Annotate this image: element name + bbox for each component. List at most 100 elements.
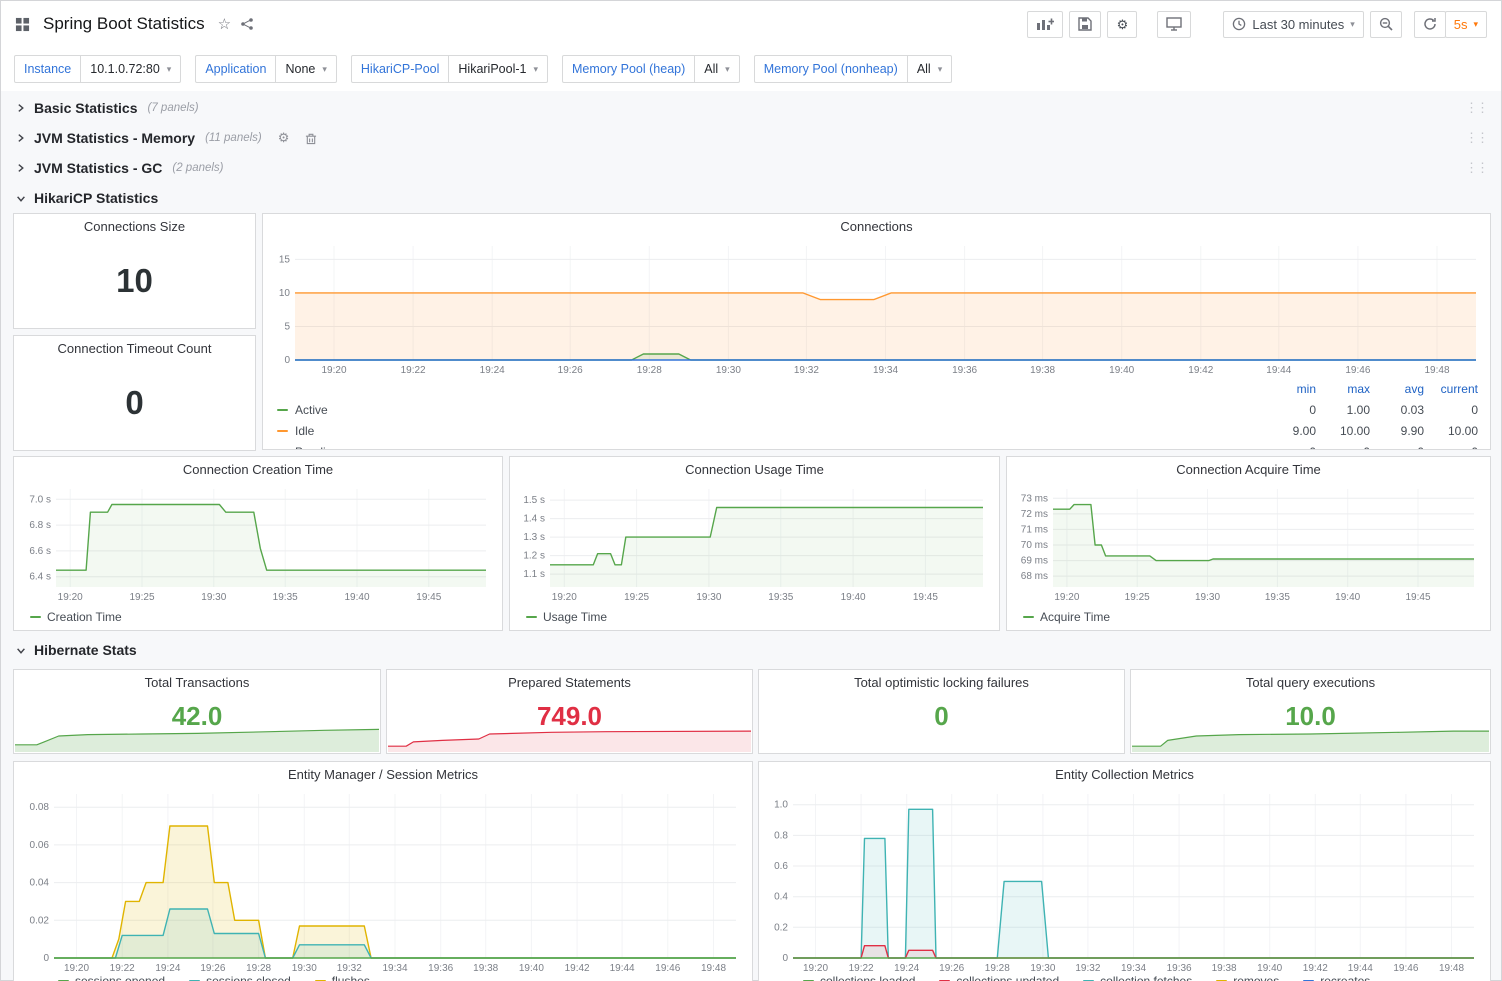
svg-text:0.4: 0.4 (774, 892, 788, 903)
legend-item[interactable]: Creation Time (30, 610, 122, 624)
svg-text:0.2: 0.2 (774, 922, 788, 933)
legend-column-header[interactable]: avg (1370, 382, 1424, 396)
dashboard-title[interactable]: Spring Boot Statistics (43, 14, 205, 34)
panel-title[interactable]: Entity Collection Metrics (759, 762, 1490, 788)
svg-text:1.1 s: 1.1 s (523, 569, 545, 580)
legend-item[interactable]: collections updated (939, 974, 1059, 981)
drag-handle-icon[interactable]: ⋮⋮ (1465, 130, 1489, 146)
series-name[interactable]: Idle (295, 424, 314, 438)
creation-time-chart[interactable]: 7.0 s 6.8 s 6.6 s 6.4 s 19:20 19:25 19:30 19:35… (20, 483, 492, 603)
panel-title[interactable]: Connection Acquire Time (1007, 457, 1490, 483)
collection-metrics-chart[interactable]: 0 0.2 0.4 0.6 0.8 1.0 19:20 19:22 19:24 19:26 19:2… (765, 788, 1480, 974)
time-range-picker[interactable]: Last 30 minutes ▾ (1223, 10, 1364, 38)
legend-value: 0 (1424, 445, 1478, 450)
variable-label[interactable]: Memory Pool (nonheap) (753, 55, 908, 83)
share-icon[interactable] (240, 17, 254, 31)
legend-item[interactable]: Acquire Time (1023, 610, 1110, 624)
svg-text:0.02: 0.02 (30, 915, 50, 926)
refresh-button[interactable] (1413, 10, 1446, 38)
variable-value-dropdown[interactable]: None ▾ (276, 55, 337, 83)
svg-text:19:30: 19:30 (696, 592, 721, 603)
chart-svg[interactable]: 1.5 s 1.4 s 1.3 s 1.2 s 1.1 s 19:20 19:25 19:30… (516, 483, 989, 603)
legend-item[interactable]: collection fetches (1083, 974, 1192, 981)
row-title[interactable]: Hibernate Stats (34, 642, 137, 658)
panel-title[interactable]: Connections Size (14, 214, 255, 240)
svg-text:19:24: 19:24 (894, 963, 919, 974)
variable-value-dropdown[interactable]: 10.1.0.72:80 ▾ (81, 55, 182, 83)
row-title[interactable]: JVM Statistics - GC (34, 160, 162, 176)
gear-icon: ⚙ (1116, 16, 1129, 32)
series-color-dash (1023, 616, 1034, 618)
chart-svg[interactable]: 0 5 10 15 19:20 19:22 19:24 19:26 19:28 19:30 19:3… (271, 240, 1482, 376)
drag-handle-icon[interactable]: ⋮⋮ (1465, 100, 1489, 116)
panel-legend: Creation Time (30, 610, 122, 624)
legend-item[interactable]: sessions closed (189, 974, 291, 981)
row-title[interactable]: JVM Statistics - Memory (34, 130, 195, 146)
usage-time-chart[interactable]: 1.5 s 1.4 s 1.3 s 1.2 s 1.1 s 19:20 19:25 19:30… (516, 483, 989, 603)
legend-item[interactable]: flushes (314, 974, 370, 981)
variable-label[interactable]: Instance (14, 55, 82, 83)
series-color-dash (277, 408, 288, 411)
variable-value-dropdown[interactable]: HikariPool-1 ▾ (449, 55, 549, 83)
legend-item[interactable]: collections loaded (803, 974, 915, 981)
panel-title[interactable]: Connection Timeout Count (14, 336, 255, 362)
svg-text:19:30: 19:30 (201, 592, 226, 603)
chart-svg[interactable]: 0 0.2 0.4 0.6 0.8 1.0 19:20 19:22 19:24 19:26 19:2… (765, 788, 1480, 974)
legend-item[interactable]: recreates (1303, 974, 1370, 981)
row-settings-gear-icon[interactable]: ⚙ (278, 130, 290, 146)
session-metrics-chart[interactable]: 0 0.02 0.04 0.06 0.08 19:20 19:22 19:24 19:26 19:… (20, 788, 742, 974)
chevron-right-icon (15, 103, 26, 113)
acquire-time-chart[interactable]: 73 ms 72 ms 71 ms 70 ms 69 ms 68 ms 19:20 19:25… (1013, 483, 1480, 603)
row-hikaricp-statistics[interactable]: HikariCP Statistics (1, 183, 1501, 213)
row-jvm-statistics-gc[interactable]: JVM Statistics - GC (2 panels) ⋮⋮ (1, 153, 1501, 183)
legend-item[interactable]: Usage Time (526, 610, 607, 624)
legend-column-header[interactable]: max (1316, 382, 1370, 396)
svg-text:19:36: 19:36 (1167, 963, 1192, 974)
star-icon[interactable]: ☆ (218, 17, 231, 32)
connections-chart[interactable]: 0 5 10 15 19:20 19:22 19:24 19:26 19:28 19:30 19:3… (271, 240, 1482, 376)
row-title[interactable]: HikariCP Statistics (34, 190, 158, 206)
row-basic-statistics[interactable]: Basic Statistics (7 panels) ⋮⋮ (1, 93, 1501, 123)
stat-value: 10 (116, 262, 153, 299)
row-jvm-statistics-memory[interactable]: JVM Statistics - Memory (11 panels) ⚙ ⋮⋮ (1, 123, 1501, 153)
panel-title[interactable]: Connection Creation Time (14, 457, 502, 483)
variable-value-dropdown[interactable]: All ▾ (695, 55, 740, 83)
refresh-interval-dropdown[interactable]: 5s ▾ (1444, 10, 1487, 38)
svg-text:19:28: 19:28 (985, 963, 1010, 974)
row-delete-trash-icon[interactable] (305, 132, 317, 145)
variable-label[interactable]: Memory Pool (heap) (562, 55, 696, 83)
panel-connections-size: Connections Size 10 (13, 213, 256, 329)
zoom-out-button[interactable] (1369, 10, 1402, 38)
chart-svg[interactable]: 73 ms 72 ms 71 ms 70 ms 69 ms 68 ms 19:20 19:25… (1013, 483, 1480, 603)
add-panel-button[interactable] (1027, 10, 1064, 38)
variable-value-dropdown[interactable]: All ▾ (907, 55, 953, 83)
dashboard-settings-button[interactable]: ⚙ (1107, 10, 1138, 38)
variable-application: Application None ▾ (195, 55, 337, 83)
dashboards-grid-icon[interactable] (15, 17, 30, 32)
series-name[interactable]: Pending (295, 445, 339, 450)
row-hibernate-stats[interactable]: Hibernate Stats (1, 635, 1501, 665)
svg-text:19:26: 19:26 (558, 365, 583, 376)
legend-column-header[interactable]: min (1262, 382, 1316, 396)
panel-title[interactable]: Entity Manager / Session Metrics (14, 762, 752, 788)
drag-handle-icon[interactable]: ⋮⋮ (1465, 160, 1489, 176)
legend-column-header[interactable]: current (1424, 382, 1478, 396)
chart-svg[interactable]: 7.0 s 6.8 s 6.6 s 6.4 s 19:20 19:25 19:30 19:35… (20, 483, 492, 603)
variable-label[interactable]: HikariCP-Pool (350, 55, 450, 83)
save-dashboard-button[interactable] (1069, 10, 1102, 38)
series-name[interactable]: Active (295, 403, 328, 417)
svg-text:71 ms: 71 ms (1021, 524, 1048, 535)
legend-item[interactable]: sessions opened (58, 974, 165, 981)
svg-text:19:38: 19:38 (473, 963, 498, 974)
legend-value: 1.00 (1346, 402, 1370, 417)
chart-svg[interactable]: 0 0.02 0.04 0.06 0.08 19:20 19:22 19:24 19:26 19:… (20, 788, 742, 974)
svg-text:19:48: 19:48 (1424, 365, 1449, 376)
row-title[interactable]: Basic Statistics (34, 100, 138, 116)
panel-title[interactable]: Connections (263, 214, 1490, 240)
legend-item[interactable]: removes (1216, 974, 1279, 981)
variable-label[interactable]: Application (195, 55, 277, 83)
panel-title[interactable]: Connection Usage Time (510, 457, 999, 483)
zoom-out-icon (1379, 17, 1393, 31)
legend-value: 0 (1316, 445, 1370, 450)
cycle-view-button[interactable] (1157, 10, 1192, 38)
